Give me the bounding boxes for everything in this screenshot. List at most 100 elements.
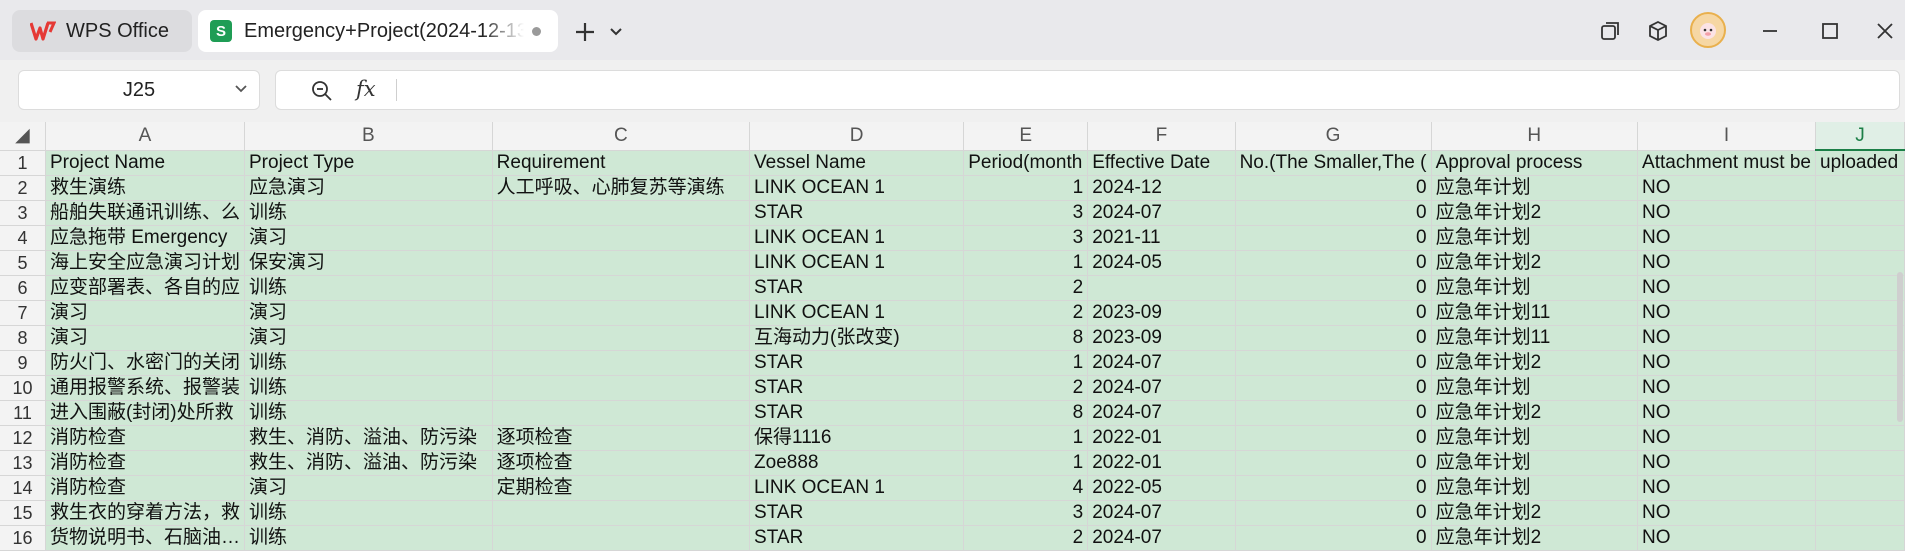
cell[interactable]: uploaded [1815, 150, 1905, 176]
chevron-down-icon[interactable] [606, 20, 626, 44]
cell[interactable]: NO [1637, 325, 1816, 351]
cell[interactable]: NO [1637, 375, 1816, 401]
cell[interactable]: 防火门、水密门的关闭 [45, 350, 246, 376]
row-header[interactable]: 15 [0, 500, 46, 526]
cell[interactable]: LINK OCEAN 1 [749, 225, 965, 251]
cell[interactable]: 2024-05 [1087, 250, 1236, 276]
cell[interactable]: 演习 [244, 300, 493, 326]
cell[interactable]: Approval process [1431, 150, 1639, 176]
window-icon[interactable] [1595, 16, 1625, 46]
cell[interactable] [1815, 450, 1905, 476]
cell[interactable]: 0 [1235, 275, 1432, 301]
cell[interactable]: 演习 [45, 325, 246, 351]
cell[interactable]: STAR [749, 400, 965, 426]
cell[interactable]: 应急年计划2 [1431, 400, 1639, 426]
vertical-scrollbar[interactable] [1897, 272, 1903, 422]
cell[interactable]: 训练 [244, 350, 493, 376]
select-all-corner[interactable]: ◢ [0, 122, 46, 151]
cell[interactable]: 应急年计划11 [1431, 300, 1639, 326]
cell[interactable] [1815, 500, 1905, 526]
cell[interactable] [1815, 300, 1905, 326]
cell[interactable]: 应急演习 [244, 175, 493, 201]
cell[interactable]: 救生衣的穿着方法，救 [45, 500, 246, 526]
cell[interactable]: 应急年计划 [1431, 450, 1639, 476]
cell[interactable]: Vessel Name [749, 150, 965, 176]
column-header-g[interactable]: G [1235, 122, 1432, 151]
cell[interactable] [1815, 175, 1905, 201]
row-header[interactable]: 16 [0, 525, 46, 551]
cell[interactable]: 2024-07 [1087, 525, 1236, 551]
cell[interactable]: No.(The Smaller,The ( [1235, 150, 1432, 176]
cell[interactable]: STAR [749, 525, 965, 551]
row-header[interactable]: 4 [0, 225, 46, 251]
cell[interactable]: 2 [963, 300, 1089, 326]
cell[interactable]: 训练 [244, 275, 493, 301]
cell[interactable]: 8 [963, 400, 1089, 426]
cell[interactable]: NO [1637, 175, 1816, 201]
row-header[interactable]: 2 [0, 175, 46, 201]
cell[interactable]: Requirement [492, 150, 751, 176]
cell[interactable]: 货物说明书、石脑油… [45, 525, 246, 551]
cell[interactable] [492, 525, 751, 551]
cell[interactable]: NO [1637, 525, 1816, 551]
cell[interactable] [492, 250, 751, 276]
cell[interactable]: LINK OCEAN 1 [749, 250, 965, 276]
cell[interactable]: 消防检查 [45, 425, 246, 451]
cell[interactable]: 应急年计划 [1431, 375, 1639, 401]
cell[interactable] [492, 200, 751, 226]
cell[interactable]: LINK OCEAN 1 [749, 175, 965, 201]
cell[interactable]: 保安演习 [244, 250, 493, 276]
row-header[interactable]: 1 [0, 150, 46, 176]
cell[interactable]: 2 [963, 275, 1089, 301]
cell[interactable]: 2022-01 [1087, 450, 1236, 476]
row-header[interactable]: 10 [0, 375, 46, 401]
column-header-f[interactable]: F [1087, 122, 1236, 151]
cell[interactable]: Period(month [963, 150, 1089, 176]
cell[interactable]: 0 [1235, 400, 1432, 426]
cell[interactable]: 3 [963, 225, 1089, 251]
cell[interactable]: 2024-07 [1087, 400, 1236, 426]
cell[interactable]: 2 [963, 525, 1089, 551]
cell[interactable]: 训练 [244, 500, 493, 526]
cell[interactable]: 应急年计划 [1431, 275, 1639, 301]
cell[interactable]: 定期检查 [492, 475, 751, 501]
cell[interactable]: 训练 [244, 200, 493, 226]
cell[interactable] [492, 375, 751, 401]
name-box[interactable]: J25 [18, 70, 260, 110]
zoom-icon[interactable] [310, 79, 334, 103]
cell[interactable]: 0 [1235, 375, 1432, 401]
cell[interactable]: 2022-05 [1087, 475, 1236, 501]
cell[interactable] [1815, 350, 1905, 376]
close-icon[interactable] [1870, 16, 1900, 46]
cell[interactable]: 船舶失联通讯训练、么 [45, 200, 246, 226]
row-header[interactable]: 8 [0, 325, 46, 351]
cell[interactable] [492, 350, 751, 376]
cell[interactable]: Project Name [45, 150, 246, 176]
cell[interactable]: 应急年计划11 [1431, 325, 1639, 351]
cell[interactable]: 0 [1235, 300, 1432, 326]
cell[interactable]: STAR [749, 350, 965, 376]
cell[interactable]: 应急年计划2 [1431, 525, 1639, 551]
row-header[interactable]: 6 [0, 275, 46, 301]
cell[interactable]: 应急年计划 [1431, 475, 1639, 501]
cell[interactable] [1815, 475, 1905, 501]
cell[interactable]: NO [1637, 225, 1816, 251]
cell[interactable]: 2024-07 [1087, 375, 1236, 401]
cell[interactable]: 训练 [244, 400, 493, 426]
cell[interactable] [1815, 375, 1905, 401]
cell[interactable]: 2 [963, 375, 1089, 401]
cell[interactable] [1815, 325, 1905, 351]
cell[interactable]: 保得1116 [749, 425, 965, 451]
cell[interactable]: 逐项检查 [492, 425, 751, 451]
cell[interactable]: NO [1637, 450, 1816, 476]
cube-icon[interactable] [1643, 16, 1673, 46]
cell[interactable]: 0 [1235, 500, 1432, 526]
cell[interactable]: STAR [749, 275, 965, 301]
cell[interactable]: 1 [963, 425, 1089, 451]
cell[interactable]: Attachment must be [1637, 150, 1816, 176]
cell[interactable]: NO [1637, 300, 1816, 326]
cell[interactable]: NO [1637, 475, 1816, 501]
row-header[interactable]: 13 [0, 450, 46, 476]
cell[interactable]: 应急年计划 [1431, 225, 1639, 251]
cell[interactable]: STAR [749, 200, 965, 226]
